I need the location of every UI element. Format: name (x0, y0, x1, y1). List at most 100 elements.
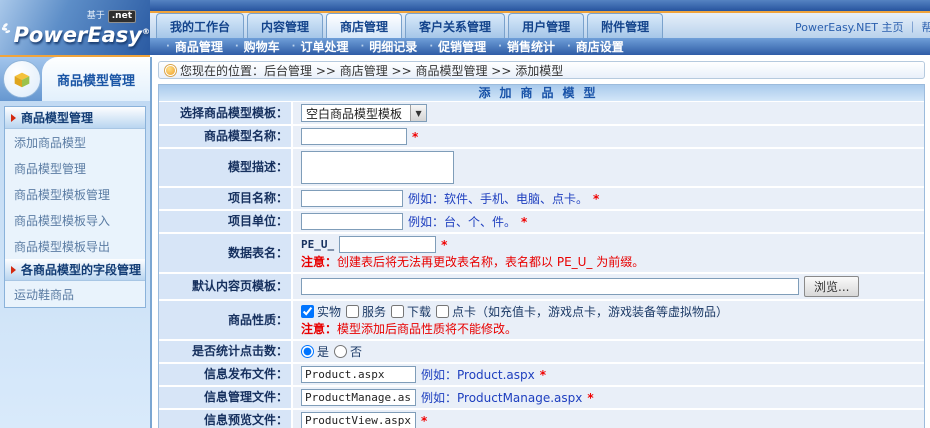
sidebar-item-product-model-management[interactable]: 商品模型管理 (5, 155, 145, 181)
breadcrumb: 您现在的位置：后台管理 >> 商店管理 >> 商品模型管理 >> 添加模型 (158, 61, 925, 79)
bullet-icon: · (235, 41, 239, 52)
sidebar-item-model-template-management[interactable]: 商品模型模板管理 (5, 181, 145, 207)
add-product-model-form: 添加商品模型 选择商品模型模板： 空白商品模型模板 ▼ 商品模型名称： * (158, 84, 925, 428)
brand-name: PowerEasy® (13, 25, 150, 46)
field-label: 是否统计点击数： (159, 341, 293, 362)
content-template-input[interactable] (301, 278, 799, 295)
row-item-name: 项目名称： 例如：软件、手机、电脑、点卡。 * (159, 188, 924, 211)
form-title: 添加商品模型 (159, 85, 924, 102)
bullet-icon: · (360, 41, 364, 52)
physical-checkbox[interactable] (301, 305, 314, 318)
checkbox-point-card[interactable]: 点卡（如充值卡，游戏点卡，游戏装备等虚拟物品） (436, 303, 728, 320)
logo: 基于 .net PowerEasy® (0, 0, 150, 57)
row-default-content-template: 默认内容页模板： 浏览... (159, 274, 924, 301)
main-nav: 我的工作台 内容管理 商店管理 客户关系管理 用户管理 附件管理 PowerEa… (150, 13, 930, 38)
location-dot-icon (166, 66, 175, 75)
service-checkbox[interactable] (346, 305, 359, 318)
row-table-name: 数据表名： PE_U_ * 注意：创建表后将无法再更改表名称，表名都以 PE_U… (159, 234, 924, 274)
field-label: 商品模型名称： (159, 126, 293, 147)
manage-file-input[interactable] (301, 389, 416, 406)
field-label: 信息预览文件： (159, 410, 293, 428)
tab-user-management[interactable]: 用户管理 (508, 13, 584, 38)
model-description-textarea[interactable] (301, 151, 454, 184)
preview-file-input[interactable] (301, 412, 416, 428)
product-nature-note: 注意：模型添加后商品性质将不能修改。 (301, 320, 920, 337)
checkbox-download[interactable]: 下载 (391, 303, 431, 320)
row-model-name: 商品模型名称： * (159, 126, 924, 149)
row-count-clicks: 是否统计点击数： 是 否 (159, 341, 924, 364)
sidebar-menu: 商品模型管理 添加商品模型 商品模型管理 商品模型模板管理 商品模型模板导入 商… (4, 106, 146, 308)
required-asterisk: * (412, 130, 418, 144)
tab-customer-relations[interactable]: 客户关系管理 (405, 13, 505, 38)
row-publish-file: 信息发布文件： 例如：Product.aspx * (159, 364, 924, 387)
tab-my-workbench[interactable]: 我的工作台 (156, 13, 244, 38)
field-label: 信息管理文件： (159, 387, 293, 408)
hint-text: 例如：软件、手机、电脑、点卡。 (408, 190, 588, 207)
checkbox-service[interactable]: 服务 (346, 303, 386, 320)
shop-subnav: ·商品管理 ·购物车 ·订单处理 ·明细记录 ·促销管理 ·销售统计 ·商店设置 (150, 38, 930, 55)
required-asterisk: * (441, 238, 447, 252)
subnav-detail-records[interactable]: ·明细记录 (354, 38, 423, 55)
browse-button[interactable]: 浏览... (804, 276, 859, 297)
required-asterisk: * (421, 414, 427, 428)
row-item-unit: 项目单位： 例如：台、个、件。 * (159, 211, 924, 234)
subnav-product-management[interactable]: ·商品管理 (160, 38, 229, 55)
checkbox-physical[interactable]: 实物 (301, 303, 341, 320)
download-checkbox[interactable] (391, 305, 404, 318)
subnav-shop-settings[interactable]: ·商店设置 (561, 38, 630, 55)
tab-attachment-management[interactable]: 附件管理 (587, 13, 663, 38)
tab-content-management[interactable]: 内容管理 (247, 13, 323, 38)
sidebar-header: 商品模型管理 (0, 57, 150, 101)
bullet-icon: · (567, 41, 571, 52)
tab-shop-management[interactable]: 商店管理 (326, 13, 402, 38)
publish-file-input[interactable] (301, 366, 416, 383)
field-label: 模型描述： (159, 149, 293, 186)
sidebar-badge (3, 60, 41, 98)
sidebar-item-model-template-import[interactable]: 商品模型模板导入 (5, 207, 145, 233)
point-card-checkbox[interactable] (436, 305, 449, 318)
home-help-links[interactable]: PowerEasy.NET 主页 ｜ 帮助 (795, 19, 930, 35)
based-on-label: 基于 (87, 12, 105, 21)
subnav-order-processing[interactable]: ·订单处理 (286, 38, 355, 55)
bullet-icon: · (166, 41, 170, 52)
red-arrow-icon (11, 266, 16, 274)
top-strip (150, 0, 930, 13)
product-model-box-icon (11, 68, 33, 90)
bullet-icon: · (429, 41, 433, 52)
subnav-promotion-management[interactable]: ·促销管理 (423, 38, 492, 55)
required-asterisk: * (587, 391, 593, 405)
hint-text: 例如：ProductManage.aspx (421, 389, 582, 406)
sidebar: 商品模型管理 商品模型管理 添加商品模型 商品模型管理 商品模型模板管理 商品模… (0, 57, 152, 428)
sidebar-item-sports-shoes-product[interactable]: 运动鞋商品 (5, 281, 145, 307)
item-name-input[interactable] (301, 190, 403, 207)
sidebar-section-model-management: 商品模型管理 (5, 107, 145, 129)
sidebar-title: 商品模型管理 (42, 57, 150, 101)
main-content: 您现在的位置：后台管理 >> 商店管理 >> 商品模型管理 >> 添加模型 添加… (152, 57, 930, 428)
row-model-template: 选择商品模型模板： 空白商品模型模板 ▼ (159, 102, 924, 126)
sidebar-section-field-management: 各商品模型的字段管理 (5, 259, 145, 281)
radio-no[interactable]: 否 (334, 343, 362, 360)
field-label: 选择商品模型模板： (159, 102, 293, 124)
item-unit-input[interactable] (301, 213, 403, 230)
dotnet-badge: .net (108, 10, 136, 23)
field-label: 数据表名： (159, 234, 293, 272)
field-label: 项目名称： (159, 188, 293, 209)
row-product-nature: 商品性质： 实物 服务 下载 点卡（如充值卡，游戏点卡，游戏装备等虚拟物品） 注… (159, 301, 924, 341)
row-manage-file: 信息管理文件： 例如：ProductManage.aspx * (159, 387, 924, 410)
no-radio[interactable] (334, 345, 347, 358)
sidebar-item-add-product-model[interactable]: 添加商品模型 (5, 129, 145, 155)
table-name-input[interactable] (339, 236, 436, 253)
model-name-input[interactable] (301, 128, 407, 145)
subnav-shopping-cart[interactable]: ·购物车 (229, 38, 286, 55)
field-label: 默认内容页模板： (159, 274, 293, 299)
sidebar-item-model-template-export[interactable]: 商品模型模板导出 (5, 233, 145, 259)
yes-radio[interactable] (301, 345, 314, 358)
hint-text: 例如：台、个、件。 (408, 213, 516, 230)
radio-yes[interactable]: 是 (301, 343, 329, 360)
required-asterisk: * (593, 192, 599, 206)
required-asterisk: * (521, 215, 527, 229)
row-model-description: 模型描述： (159, 149, 924, 188)
subnav-sales-statistics[interactable]: ·销售统计 (492, 38, 561, 55)
model-template-select[interactable]: 空白商品模型模板 ▼ (301, 104, 427, 122)
row-preview-file: 信息预览文件： * (159, 410, 924, 428)
